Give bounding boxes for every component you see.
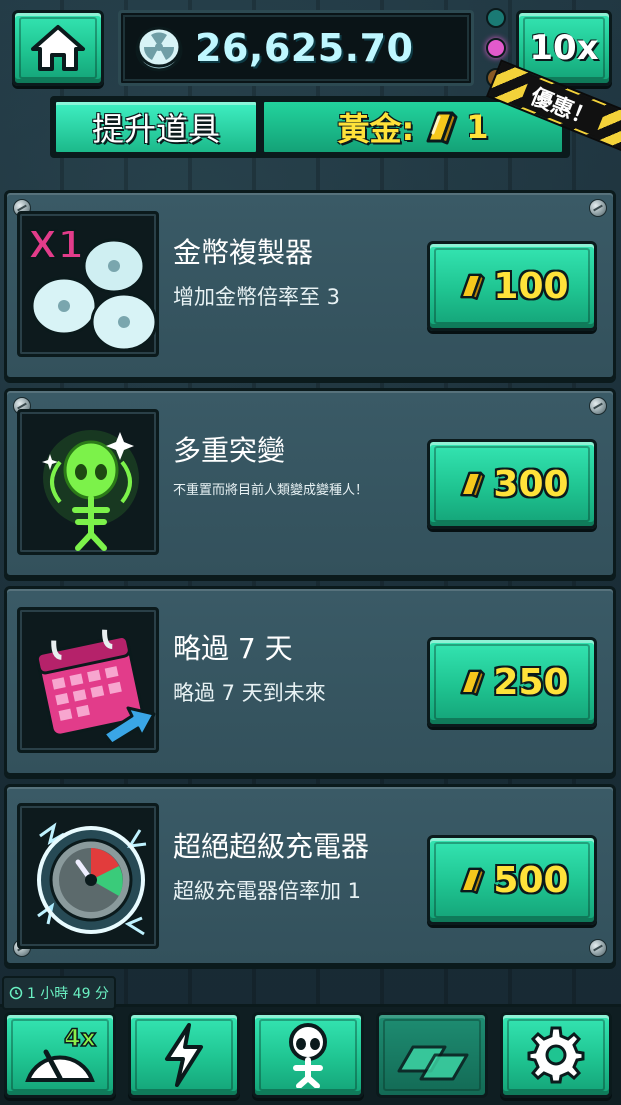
price-label: 100 bbox=[493, 265, 569, 307]
item-badge: X1 bbox=[28, 223, 84, 267]
price-label: 250 bbox=[493, 661, 569, 703]
mutant-icon bbox=[17, 409, 159, 555]
calendar-skip-icon bbox=[17, 607, 159, 753]
skull-person-icon bbox=[289, 1023, 327, 1088]
gold-bars-icon bbox=[397, 1045, 469, 1081]
gold-label: 黃金: bbox=[337, 110, 415, 148]
lightning-icon bbox=[165, 1023, 203, 1087]
nav-settings[interactable] bbox=[500, 1012, 612, 1098]
home-icon bbox=[31, 25, 85, 71]
item-title: 金幣複製器 bbox=[173, 236, 314, 269]
gold-bar-icon bbox=[426, 111, 458, 145]
coin-balance-value: 26,625.70 bbox=[195, 26, 414, 70]
item-description: 增加金幣倍率至 3 bbox=[173, 285, 341, 309]
item-description: 超級充電器倍率加 1 bbox=[173, 879, 362, 903]
price-label: 500 bbox=[493, 859, 569, 901]
shop-tab-bar: 提升道具 黃金: 1 bbox=[50, 96, 570, 158]
buy-button-coin-copier[interactable]: 100 bbox=[427, 241, 597, 331]
buy-button-ultra-supercharger[interactable]: 500 bbox=[427, 835, 597, 925]
screw bbox=[589, 199, 607, 217]
speed-badge: 4x bbox=[64, 1024, 97, 1052]
gear-icon bbox=[527, 1026, 585, 1084]
nav-power[interactable] bbox=[128, 1012, 240, 1098]
screw bbox=[589, 939, 607, 957]
shop-item-multi-mutation: 多重突變 不重置而將目前人類變成變種人！ 300 bbox=[4, 388, 616, 578]
tab-upgrades-label: 提升道具 bbox=[91, 110, 220, 148]
tab-upgrades[interactable]: 提升道具 bbox=[54, 100, 258, 154]
item-title: 略過 7 天 bbox=[173, 632, 293, 665]
buy-button-multi-mutation[interactable]: 300 bbox=[427, 439, 597, 529]
gold-bar-icon bbox=[460, 669, 486, 696]
super-charger-icon bbox=[17, 803, 159, 949]
buy-button-skip-7-days[interactable]: 250 bbox=[427, 637, 597, 727]
shop-item-ultra-supercharger: 超絕超級充電器 超級充電器倍率加 1 500 bbox=[4, 784, 616, 966]
timer-text: 1 小時 49 分 bbox=[26, 986, 110, 1002]
coin-copier-icon: X1 bbox=[17, 211, 159, 357]
radiation-coin-icon bbox=[135, 26, 183, 72]
gold-bar-icon bbox=[460, 471, 486, 498]
multiplier-label: 10x bbox=[529, 28, 599, 68]
gold-bar-icon bbox=[460, 273, 486, 300]
home-button[interactable] bbox=[12, 10, 104, 86]
indicator-dot-teal bbox=[486, 8, 506, 28]
shop-item-coin-copier: X1 金幣複製器 增加金幣倍率至 3 100 bbox=[4, 190, 616, 380]
boost-timer: 1 小時 49 分 bbox=[2, 976, 116, 1010]
coin-balance-display: 26,625.70 bbox=[118, 10, 474, 86]
nav-humans[interactable] bbox=[252, 1012, 364, 1098]
screw bbox=[589, 397, 607, 415]
price-label: 300 bbox=[493, 463, 569, 505]
item-title: 多重突變 bbox=[173, 434, 286, 467]
indicator-dot-pink bbox=[486, 38, 506, 58]
shop-item-skip-7-days: 略過 7 天 略過 7 天到未來 250 bbox=[4, 586, 616, 776]
gold-count: 1 bbox=[466, 108, 489, 146]
item-description: 不重置而將目前人類變成變種人！ bbox=[173, 483, 369, 498]
gold-bar-icon bbox=[460, 867, 486, 894]
speedometer-icon: 4x bbox=[25, 1023, 97, 1082]
clock-icon bbox=[9, 986, 23, 1000]
item-title: 超絕超級充電器 bbox=[173, 830, 370, 863]
item-description: 略過 7 天到未來 bbox=[173, 681, 326, 705]
nav-gold-shop[interactable] bbox=[376, 1012, 488, 1098]
nav-speed-boost[interactable]: 4x bbox=[4, 1012, 116, 1098]
